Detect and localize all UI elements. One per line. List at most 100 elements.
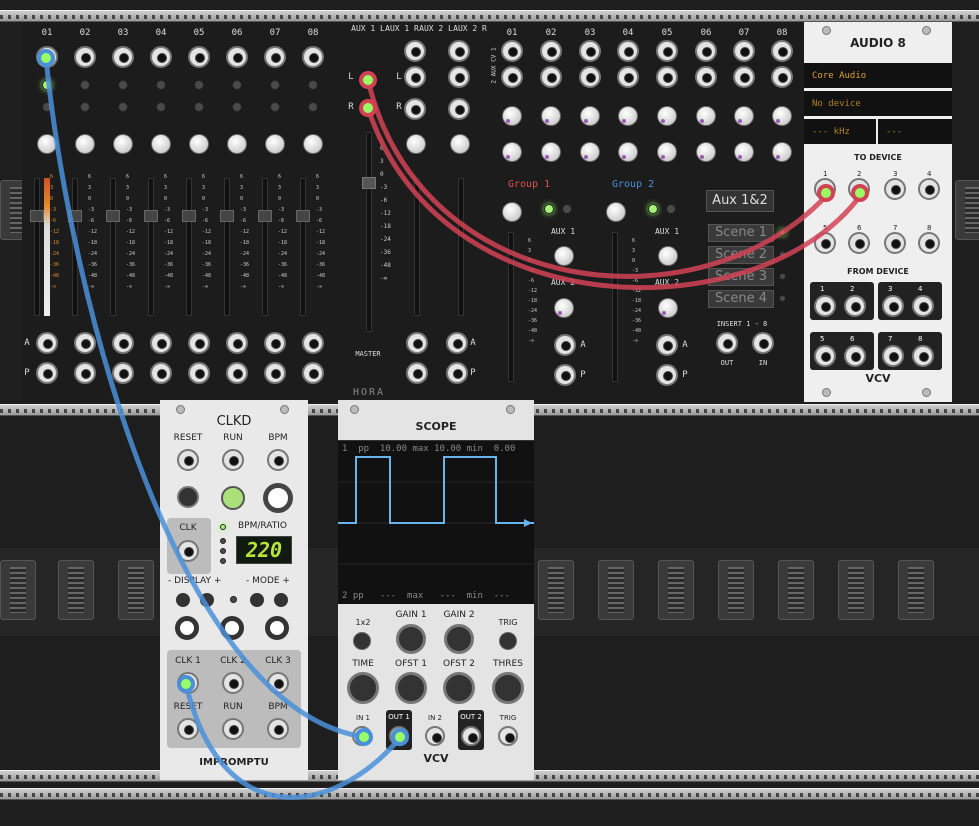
from-device-jack-7[interactable] <box>882 345 904 367</box>
channel-6-fader-track[interactable] <box>224 178 230 316</box>
channel-2-pan-knob[interactable] <box>75 134 95 154</box>
channel-4-solo-led[interactable] <box>156 102 166 112</box>
aux-channel-4-input-a[interactable] <box>617 40 639 62</box>
clk3-output-jack[interactable] <box>267 672 289 694</box>
channel-3-aux-p-jack[interactable] <box>112 362 134 384</box>
aux-channel-6-send2-knob[interactable] <box>696 142 716 162</box>
channel-6-aux-a-jack[interactable] <box>226 332 248 354</box>
from-device-jack-5[interactable] <box>814 345 836 367</box>
clk1-output-jack[interactable] <box>177 672 199 694</box>
device-select[interactable]: No device <box>804 91 952 116</box>
channel-5-fader-handle[interactable] <box>182 210 196 222</box>
ratio-knob-3[interactable] <box>265 616 289 640</box>
to-device-jack-6[interactable] <box>848 232 870 254</box>
aux1-return-knob[interactable] <box>450 134 470 154</box>
aux2-return-l-jack[interactable] <box>448 66 470 88</box>
channel-6-pan-knob[interactable] <box>227 134 247 154</box>
from-device-jack-2[interactable] <box>844 295 866 317</box>
group2-solo-led[interactable] <box>666 204 676 214</box>
aux1-return-l-jack[interactable] <box>404 66 426 88</box>
1x2-button[interactable] <box>353 632 371 650</box>
aux1-return-r-jack[interactable] <box>404 98 426 120</box>
channel-7-fader-track[interactable] <box>262 178 268 316</box>
aux12-button[interactable]: Aux 1&2 <box>706 190 774 212</box>
channel-8-solo-led[interactable] <box>308 102 318 112</box>
channel-1-aux-p-jack[interactable] <box>36 362 58 384</box>
ofst1-knob[interactable] <box>395 672 427 704</box>
reset-button[interactable] <box>177 486 199 508</box>
channel-4-aux-p-jack[interactable] <box>150 362 172 384</box>
from-device-jack-4[interactable] <box>912 295 934 317</box>
in1-jack[interactable] <box>352 726 372 746</box>
group2-p-jack[interactable] <box>656 364 678 386</box>
aux1-return-a-jack[interactable] <box>406 332 428 354</box>
insert-out-jack[interactable] <box>716 332 738 354</box>
channel-8-mute-led[interactable] <box>308 80 318 90</box>
group1-fader[interactable] <box>508 232 514 382</box>
channel-2-input-jack[interactable] <box>74 46 96 68</box>
aux-channel-6-input-b[interactable] <box>695 66 717 88</box>
clk2-output-jack[interactable] <box>222 672 244 694</box>
aux-channel-1-input-a[interactable] <box>501 40 523 62</box>
aux2-return-knob[interactable] <box>406 134 426 154</box>
from-device-jack-3[interactable] <box>882 295 904 317</box>
aux-channel-2-send1-knob[interactable] <box>541 106 561 126</box>
from-device-jack-8[interactable] <box>912 345 934 367</box>
aux-channel-8-input-b[interactable] <box>771 66 793 88</box>
channel-1-input-jack[interactable] <box>36 46 58 68</box>
channel-5-mute-led[interactable] <box>194 80 204 90</box>
scene-4-button[interactable]: Scene 4 <box>708 290 774 308</box>
aux-channel-7-input-a[interactable] <box>733 40 755 62</box>
group2-aux1-knob[interactable] <box>658 246 678 266</box>
to-device-jack-2[interactable] <box>848 178 870 200</box>
group1-mute-led[interactable] <box>544 204 554 214</box>
aux-channel-3-input-b[interactable] <box>579 66 601 88</box>
insert-in-jack[interactable] <box>752 332 774 354</box>
channel-8-fader-handle[interactable] <box>296 210 310 222</box>
ratio-knob-1[interactable] <box>175 616 199 640</box>
channel-1-aux-a-jack[interactable] <box>36 332 58 354</box>
run-output-jack[interactable] <box>222 718 244 740</box>
aux-channel-2-input-a[interactable] <box>540 40 562 62</box>
channel-6-fader-handle[interactable] <box>220 210 234 222</box>
aux-channel-1-input-b[interactable] <box>501 66 523 88</box>
channel-8-fader-track[interactable] <box>300 178 306 316</box>
driver-select[interactable]: Core Audio <box>804 63 952 88</box>
group2-aux2-knob[interactable] <box>658 298 678 318</box>
aux-channel-3-input-a[interactable] <box>579 40 601 62</box>
channel-3-pan-knob[interactable] <box>113 134 133 154</box>
from-device-jack-1[interactable] <box>814 295 836 317</box>
channel-4-mute-led[interactable] <box>156 80 166 90</box>
block-size-select[interactable]: --- <box>878 119 952 144</box>
aux-channel-6-input-a[interactable] <box>695 40 717 62</box>
time-knob[interactable] <box>347 672 379 704</box>
aux-channel-1-send1-knob[interactable] <box>502 106 522 126</box>
channel-6-mute-led[interactable] <box>232 80 242 90</box>
to-device-jack-7[interactable] <box>884 232 906 254</box>
out2-jack[interactable] <box>461 726 481 746</box>
to-device-jack-4[interactable] <box>918 178 940 200</box>
aux1-send-jack[interactable] <box>404 40 426 62</box>
scene-3-button[interactable]: Scene 3 <box>708 268 774 286</box>
master-fader-track[interactable] <box>366 132 372 332</box>
aux-channel-7-input-b[interactable] <box>733 66 755 88</box>
group1-aux1-knob[interactable] <box>554 246 574 266</box>
channel-3-aux-a-jack[interactable] <box>112 332 134 354</box>
sample-rate-select[interactable]: --- kHz <box>804 119 876 144</box>
master-fader-handle[interactable] <box>362 177 376 189</box>
aux2-send-jack[interactable] <box>448 40 470 62</box>
channel-5-pan-knob[interactable] <box>189 134 209 154</box>
channel-1-fader-track[interactable] <box>34 178 40 316</box>
channel-4-pan-knob[interactable] <box>151 134 171 154</box>
channel-7-input-jack[interactable] <box>264 46 286 68</box>
gain1-knob[interactable] <box>396 624 426 654</box>
bpm-input-jack[interactable] <box>267 449 289 471</box>
channel-7-aux-p-jack[interactable] <box>264 362 286 384</box>
scene-2-button[interactable]: Scene 2 <box>708 246 774 264</box>
channel-4-aux-a-jack[interactable] <box>150 332 172 354</box>
aux-channel-4-send1-knob[interactable] <box>618 106 638 126</box>
reset-input-jack[interactable] <box>177 449 199 471</box>
ofst2-knob[interactable] <box>443 672 475 704</box>
aux2-return-fader[interactable] <box>458 178 464 316</box>
channel-3-mute-led[interactable] <box>118 80 128 90</box>
